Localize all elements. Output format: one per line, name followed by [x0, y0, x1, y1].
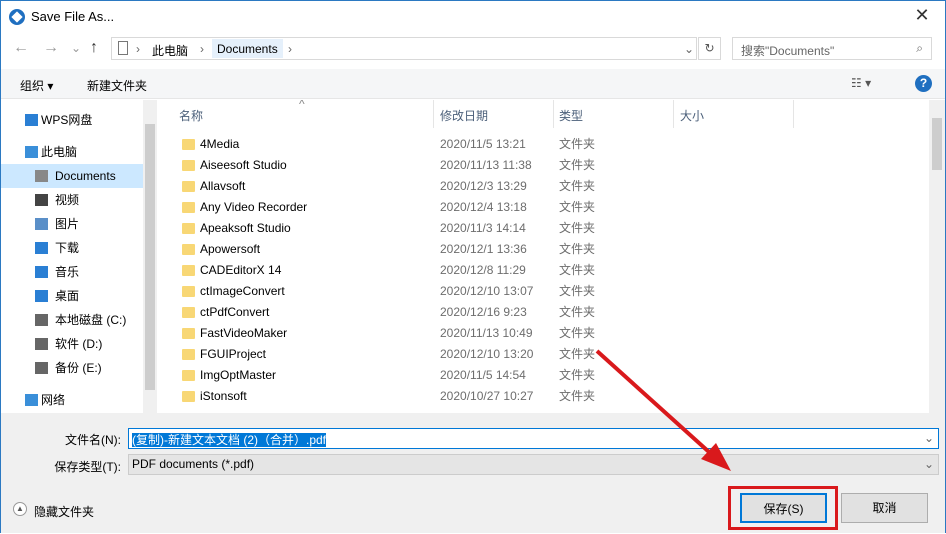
sidebar-scrollbar[interactable]	[143, 100, 157, 413]
refresh-button[interactable]: ↻	[698, 37, 721, 60]
breadcrumb-this-pc[interactable]: 此电脑	[152, 42, 188, 59]
drive-icon	[35, 314, 48, 326]
file-row[interactable]: CADEditorX 14 2020/12/8 11:29 文件夹	[161, 260, 929, 281]
desktop-icon	[35, 290, 48, 302]
folder-icon	[182, 139, 195, 150]
folder-icon	[182, 181, 195, 192]
sidebar-item[interactable]: 此电脑	[1, 140, 143, 164]
file-row[interactable]: 4Media 2020/11/5 13:21 文件夹	[161, 134, 929, 155]
back-button[interactable]: ←	[13, 39, 29, 57]
download-icon	[35, 242, 48, 254]
drive-icon	[35, 338, 48, 350]
navigation-pane: WPS网盘此电脑 Documents 视频 图片 下载 音乐 桌面 本地磁盘 (C:) 软件 (…	[1, 100, 143, 413]
sidebar-item[interactable]: 备份 (E:)	[1, 356, 143, 380]
file-row[interactable]: Allavsoft 2020/12/3 13:29 文件夹	[161, 176, 929, 197]
folder-icon	[182, 349, 195, 360]
forward-button[interactable]: →	[43, 39, 59, 57]
sidebar-item[interactable]: 软件 (D:)	[1, 332, 143, 356]
cancel-button[interactable]: 取消	[841, 493, 928, 523]
view-menu[interactable]: ☷ ▾	[851, 76, 871, 90]
hide-folders-toggle[interactable]: 隐藏文件夹	[34, 503, 94, 520]
sort-ascending-icon: ^	[299, 100, 305, 111]
computer-icon	[25, 146, 38, 158]
help-button[interactable]: ?	[915, 75, 932, 92]
file-list-scrollbar[interactable]	[929, 100, 945, 413]
folder-icon	[182, 391, 195, 402]
app-icon	[9, 9, 25, 25]
folder-icon	[182, 328, 195, 339]
sidebar-item[interactable]: WPS网盘	[1, 108, 143, 132]
file-row[interactable]: iStonsoft 2020/10/27 10:27 文件夹	[161, 386, 929, 407]
address-bar[interactable]: › 此电脑 › Documents › ⌄	[111, 37, 697, 60]
chevron-down-icon[interactable]: ⌄	[684, 42, 694, 56]
file-row[interactable]: Apowersoft 2020/12/1 13:36 文件夹	[161, 239, 929, 260]
file-list: 名称 ^ 修改日期 类型 大小 4Media 2020/11/5 13:21 文件夹…	[161, 100, 929, 413]
highlight-box	[728, 486, 838, 530]
column-name[interactable]: 名称	[179, 107, 203, 124]
title-bar: Save File As... ✕	[1, 1, 945, 33]
network-icon	[25, 394, 38, 406]
folder-icon	[182, 286, 195, 297]
chevron-up-icon[interactable]: ▲	[13, 502, 27, 516]
folder-icon	[182, 244, 195, 255]
column-date[interactable]: 修改日期	[440, 107, 488, 124]
file-row[interactable]: ctImageConvert 2020/12/10 13:07 文件夹	[161, 281, 929, 302]
file-row[interactable]: ctPdfConvert 2020/12/16 9:23 文件夹	[161, 302, 929, 323]
folder-icon	[182, 370, 195, 381]
folder-icon	[182, 160, 195, 171]
search-icon: ⌕	[916, 41, 923, 55]
sidebar-item[interactable]: 视频	[1, 188, 143, 212]
scrollbar-thumb[interactable]	[145, 124, 155, 390]
picture-icon	[35, 218, 48, 230]
cloud-icon	[25, 114, 38, 126]
file-row[interactable]: ImgOptMaster 2020/11/5 14:54 文件夹	[161, 365, 929, 386]
document-icon	[118, 41, 128, 55]
scrollbar-thumb[interactable]	[932, 118, 942, 170]
organize-menu[interactable]: 组织 ▾	[20, 77, 53, 94]
close-button[interactable]: ✕	[907, 5, 937, 29]
document-icon	[35, 170, 48, 182]
sidebar-item[interactable]: 本地磁盘 (C:)	[1, 308, 143, 332]
window-title: Save File As...	[31, 9, 115, 24]
sidebar-item[interactable]: Documents	[1, 164, 143, 188]
folder-icon	[182, 307, 195, 318]
folder-icon	[182, 265, 195, 276]
column-size[interactable]: 大小	[680, 107, 704, 124]
filename-input[interactable]: (复制)-新建文本文档 (2)（合并）.pdf ⌄	[128, 428, 939, 449]
recent-dropdown[interactable]: ⌄	[71, 41, 81, 55]
drive-icon	[35, 362, 48, 374]
folder-icon	[182, 202, 195, 213]
file-row[interactable]: Any Video Recorder 2020/12/4 13:18 文件夹	[161, 197, 929, 218]
folder-icon	[182, 223, 195, 234]
column-type[interactable]: 类型	[559, 107, 583, 124]
filename-label: 文件名(N):	[65, 433, 121, 447]
breadcrumb-documents[interactable]: Documents	[212, 39, 283, 58]
filetype-label: 保存类型(T):	[54, 460, 121, 474]
new-folder-button[interactable]: 新建文件夹	[87, 77, 147, 94]
file-row[interactable]: Apeaksoft Studio 2020/11/3 14:14 文件夹	[161, 218, 929, 239]
up-button[interactable]: ↑	[90, 39, 98, 57]
sidebar-item[interactable]: 音乐	[1, 260, 143, 284]
sidebar-item[interactable]: 网络	[1, 388, 143, 412]
music-icon	[35, 266, 48, 278]
filetype-select[interactable]: PDF documents (*.pdf) ⌄	[128, 454, 939, 475]
sidebar-item[interactable]: 桌面	[1, 284, 143, 308]
file-row[interactable]: Aiseesoft Studio 2020/11/13 11:38 文件夹	[161, 155, 929, 176]
search-input[interactable]: 搜索"Documents" ⌕	[732, 37, 932, 60]
toolbar: 组织 ▾ 新建文件夹 ☷ ▾ ?	[1, 69, 945, 99]
video-icon	[35, 194, 48, 206]
file-row[interactable]: FGUIProject 2020/12/10 13:20 文件夹	[161, 344, 929, 365]
sidebar-item[interactable]: 图片	[1, 212, 143, 236]
file-row[interactable]: FastVideoMaker 2020/11/13 10:49 文件夹	[161, 323, 929, 344]
sidebar-item[interactable]: 下载	[1, 236, 143, 260]
